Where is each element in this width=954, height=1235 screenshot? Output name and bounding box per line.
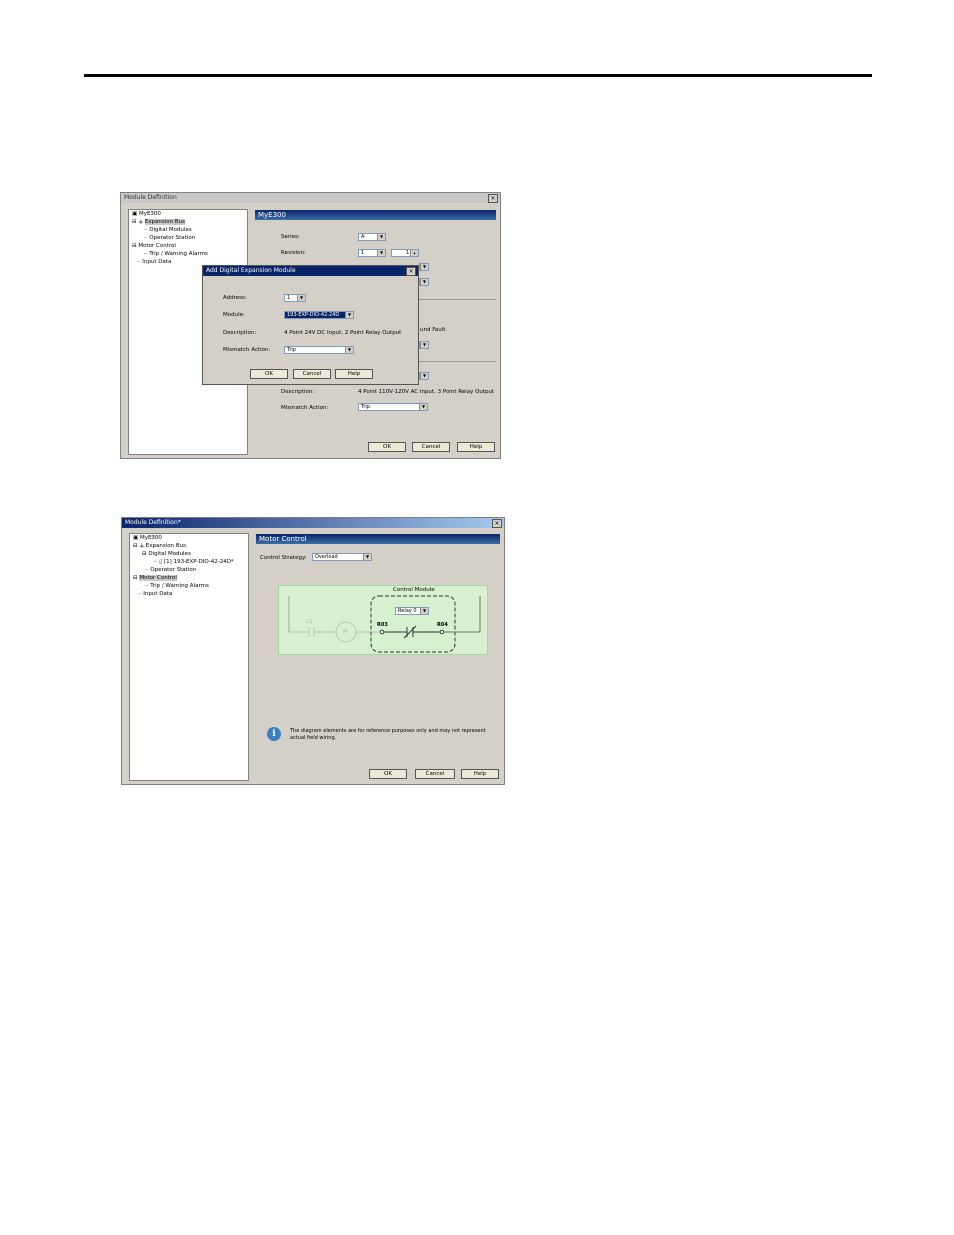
popup-title-bar: Add Digital Expansion Module ×	[203, 266, 418, 276]
hidden-select-3[interactable]: ▼	[419, 341, 429, 349]
tree-item-input-data[interactable]: ·· Input Data	[138, 591, 172, 597]
chevron-down-icon: ▼	[420, 608, 428, 614]
chevron-down-icon: ▼	[363, 554, 371, 560]
revision-label: Revision:	[281, 250, 306, 256]
tree-item-trip-warning[interactable]: ·· Trip / Warning Alarms	[145, 583, 209, 589]
popup-title: Add Digital Expansion Module	[206, 267, 296, 274]
tree-item-trip-warning[interactable]: ·· Trip / Warning Alarms	[144, 251, 208, 257]
relay-select[interactable]: Relay 0 ▼	[395, 607, 429, 615]
chevron-down-icon: ▼	[377, 234, 385, 240]
revision-minor-stepper[interactable]: 1 ▴	[391, 249, 419, 257]
tree-item-digital-modules[interactable]: ⊟ Digital Modules	[142, 551, 191, 557]
ok-button[interactable]: OK	[250, 369, 288, 379]
panel-header: Motor Control	[256, 534, 500, 544]
info-text: The diagram elements are for reference p…	[290, 728, 486, 741]
help-button[interactable]: Help	[335, 369, 373, 379]
close-icon[interactable]: ×	[406, 267, 416, 276]
hidden-select-4[interactable]: ▼	[419, 372, 429, 380]
cancel-button[interactable]: Cancel	[412, 442, 450, 452]
control-module-label: Control Module	[391, 587, 437, 593]
description-label: Description:	[223, 330, 257, 336]
module-tree: ▣ MyE300 ⊟ ⚶ Expansion Bus ⊟ Digital Mod…	[129, 533, 249, 781]
hidden-select-2[interactable]: ▼	[419, 278, 429, 286]
description-value: 4 Point 110V-120V AC Input, 3 Point Rela…	[358, 389, 495, 395]
description-label: Description:	[281, 389, 315, 395]
address-select[interactable]: 1 ▼	[284, 294, 306, 302]
tree-item-expansion-bus[interactable]: ⊟ ⚶ Expansion Bus	[132, 219, 185, 225]
cancel-button[interactable]: Cancel	[293, 369, 331, 379]
divider	[419, 299, 496, 300]
cancel-button[interactable]: Cancel	[415, 769, 455, 779]
divider	[419, 361, 496, 362]
motor-label: M	[343, 629, 348, 635]
series-label: Series:	[281, 234, 300, 240]
ro4-label: R04	[437, 622, 448, 628]
tree-item-root[interactable]: ▣ MyE300	[132, 211, 161, 217]
tree-item-motor-control[interactable]: ⊟ Motor Control	[133, 575, 177, 581]
close-icon[interactable]: ×	[492, 519, 502, 528]
l1-label: L1	[306, 619, 313, 625]
address-label: Address:	[223, 295, 247, 301]
close-icon[interactable]: ×	[488, 194, 498, 203]
chevron-down-icon: ▼	[345, 312, 353, 318]
dialog-title: Module Definition*	[125, 519, 181, 526]
ok-button[interactable]: OK	[369, 769, 407, 779]
add-digital-expansion-module-dialog: Add Digital Expansion Module × Address: …	[202, 265, 419, 385]
chevron-down-icon: ▼	[420, 264, 428, 270]
tree-item-motor-control[interactable]: ⊟ Motor Control	[132, 243, 176, 249]
chevron-down-icon: ▼	[420, 373, 428, 379]
dialog-title-bar: Module Definition ×	[121, 193, 500, 203]
tree-item-operator-station[interactable]: ·· Operator Station	[144, 235, 195, 241]
tree-item-digital-modules[interactable]: ·· Digital Modules	[144, 227, 192, 233]
tree-item-input-data[interactable]: ·· Input Data	[137, 259, 171, 265]
ok-button[interactable]: OK	[368, 442, 406, 452]
mismatch-label: Mismatch Action:	[223, 347, 271, 353]
control-strategy-select[interactable]: Overload ▼	[312, 553, 372, 561]
tree-item-module-entry[interactable]: ·· ▯ [1] 193-EXP-DIO-42-24D*	[154, 559, 234, 565]
module-select[interactable]: 193-EXP-DIO-42-24D ▼	[284, 311, 354, 319]
module-label: Module:	[223, 312, 245, 318]
chevron-down-icon: ▼	[420, 279, 428, 285]
control-strategy-label: Control Strategy:	[260, 555, 307, 561]
spinner-icon: ▴	[410, 250, 418, 256]
ro3-label: R03	[377, 622, 388, 628]
wiring-diagram: Control Module Relay 0 ▼ L1 M R03 R04	[278, 585, 488, 655]
mismatch-select[interactable]: Trip ▼	[284, 346, 354, 354]
tree-item-root[interactable]: ▣ MyE300	[133, 535, 162, 541]
description-value: 4 Point 24V DC Input, 2 Point Relay Outp…	[284, 330, 402, 336]
info-icon: i	[267, 727, 281, 741]
hidden-select-1[interactable]: ▼	[419, 263, 429, 271]
chevron-down-icon: ▼	[345, 347, 353, 353]
chevron-down-icon: ▼	[420, 342, 428, 348]
chevron-down-icon: ▼	[377, 250, 385, 256]
chevron-down-icon: ▼	[419, 404, 427, 410]
mismatch-label: Mismatch Action:	[281, 405, 329, 411]
help-button[interactable]: Help	[461, 769, 499, 779]
chevron-down-icon: ▼	[297, 295, 305, 301]
revision-major-select[interactable]: 1 ▼	[358, 249, 386, 257]
module-definition-dialog-2: Module Definition* × ▣ MyE300 ⊟ ⚶ Expans…	[121, 517, 505, 785]
help-button[interactable]: Help	[457, 442, 495, 452]
dialog-title: Module Definition	[124, 194, 177, 201]
dialog-title-bar: Module Definition* ×	[122, 518, 504, 528]
tree-item-operator-station[interactable]: ·· Operator Station	[145, 567, 196, 573]
page-header-rule	[84, 74, 872, 77]
panel-header: MyE300	[255, 210, 496, 220]
mismatch-select[interactable]: Trip ▼	[358, 403, 428, 411]
tree-item-expansion-bus[interactable]: ⊟ ⚶ Expansion Bus	[133, 543, 186, 549]
fault-label: und Fault	[420, 327, 446, 333]
series-select[interactable]: A ▼	[358, 233, 386, 241]
